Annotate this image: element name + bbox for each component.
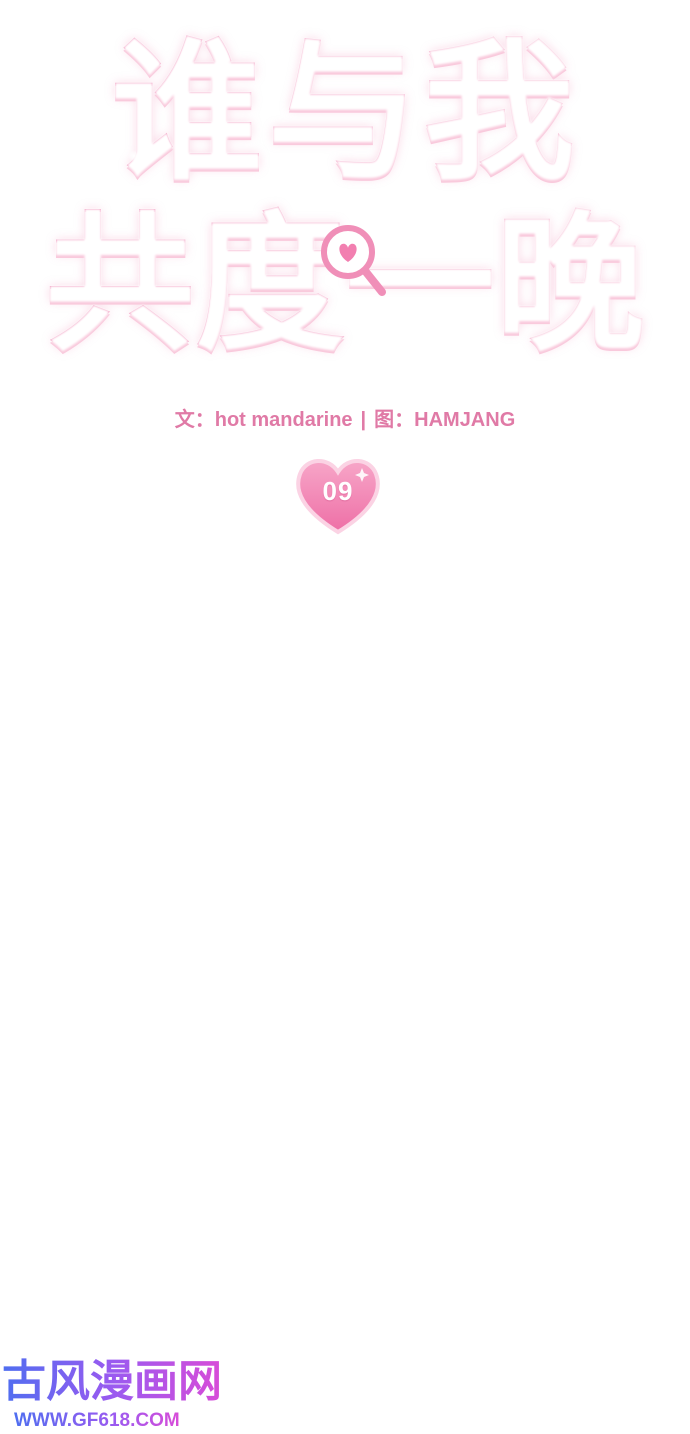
- credits-separator: |: [360, 409, 367, 431]
- watermark-logo: 古风漫画网: [2, 1354, 222, 1410]
- sparkle-icon: [420, 110, 432, 122]
- sparkle-icon: [506, 286, 518, 298]
- magnifier-heart-icon: [321, 225, 386, 296]
- watermark-url: WWW.GF618.COM: [14, 1410, 180, 1431]
- writer-name: hot mandarine: [214, 409, 353, 431]
- writer-label: 文：: [174, 409, 215, 431]
- chapter-number: 09: [322, 476, 354, 506]
- sparkle-icon: [128, 150, 140, 162]
- artist-label: 图：: [374, 409, 415, 431]
- credits-line: 文：hot mandarine | 图：HAMJANG: [0, 406, 690, 434]
- title-line-1: 谁与我: [0, 28, 690, 198]
- site-watermark: 古风漫画网 WWW.GF618.COM: [0, 1354, 222, 1434]
- sparkle-icon: [296, 78, 308, 90]
- artist-name: HAMJANG: [414, 409, 516, 431]
